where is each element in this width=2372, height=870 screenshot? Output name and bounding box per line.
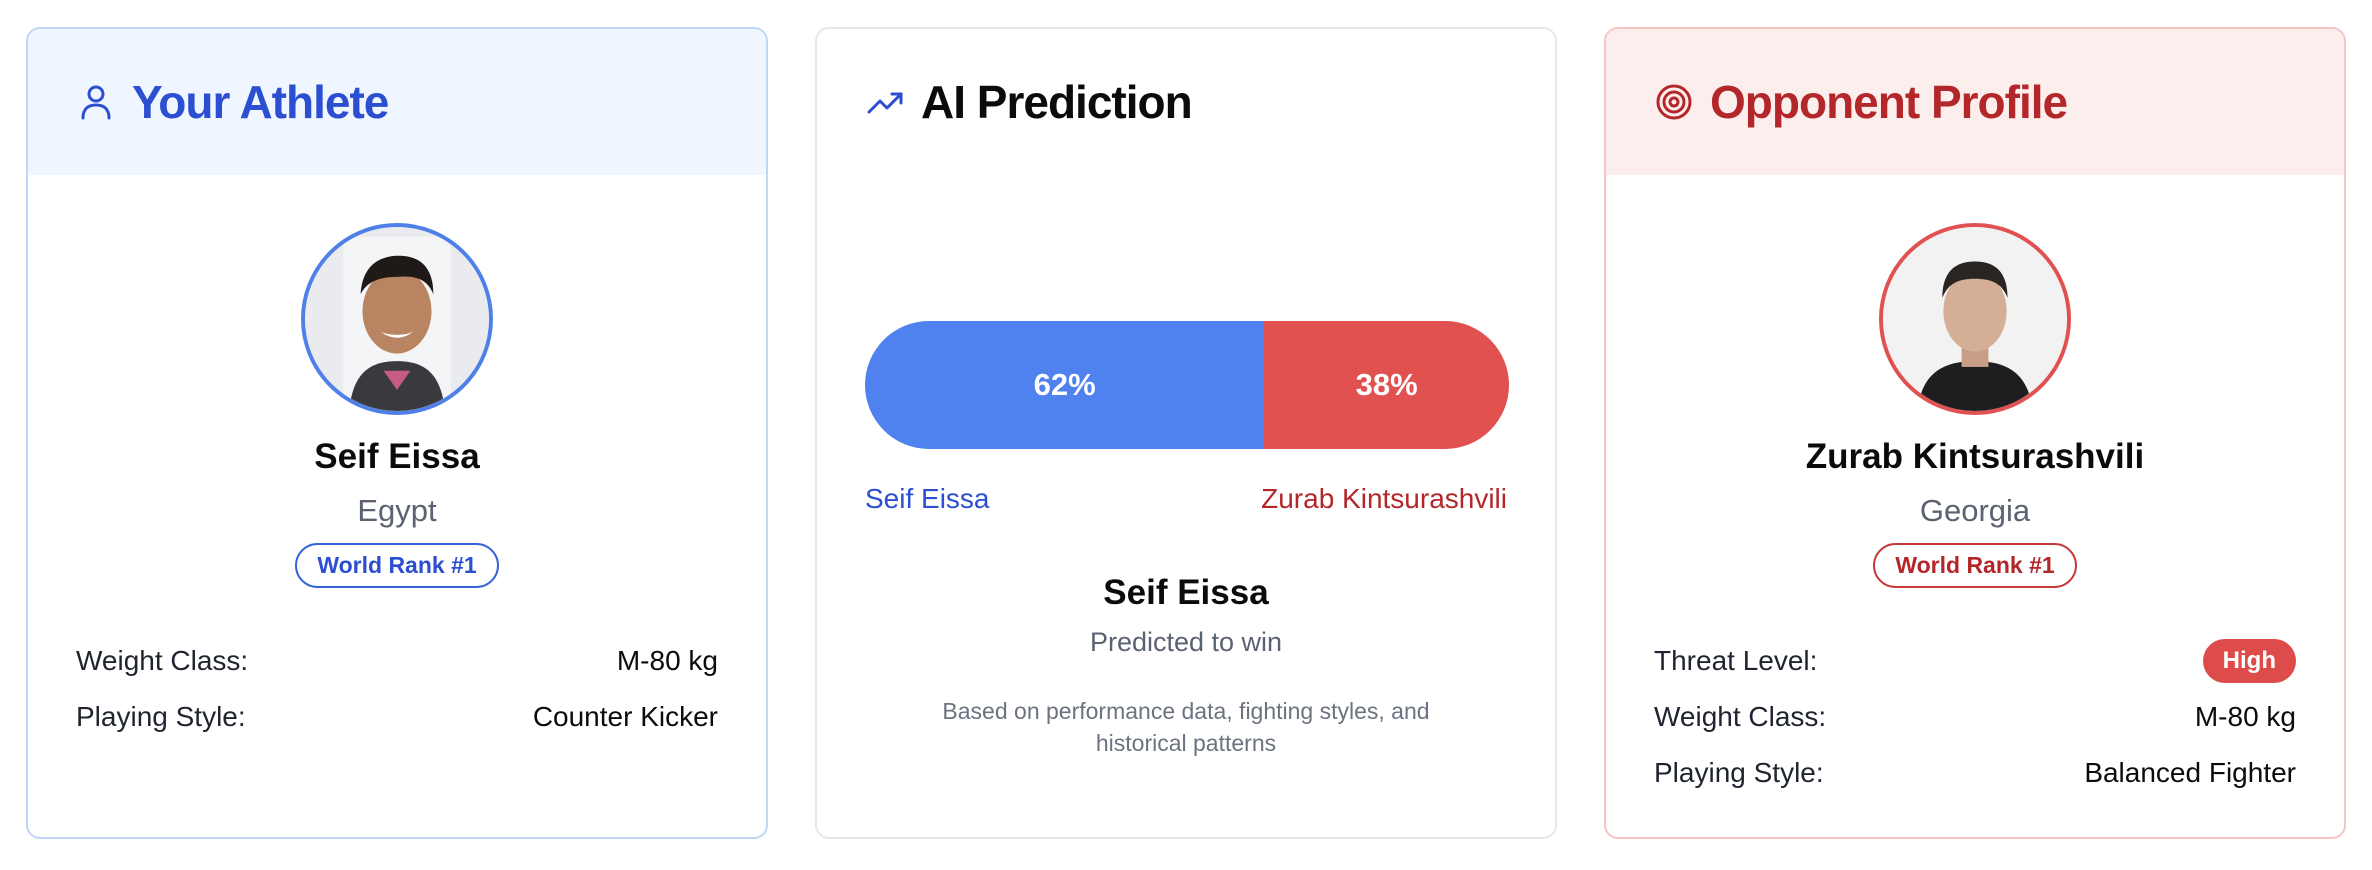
athlete-stats: Weight Class: M-80 kg Playing Style: Cou… — [76, 633, 718, 745]
predicted-winner-subtitle: Predicted to win — [1089, 627, 1283, 657]
stat-label: Playing Style: — [76, 701, 246, 732]
opponent-card-title: Opponent Profile — [1710, 76, 2068, 128]
opponent-card: Opponent Profile Zurab Kintsurashvili Ge… — [1604, 27, 2346, 839]
opponent-stat-playing-style: Playing Style: Balanced Fighter — [1654, 745, 2296, 801]
athlete-card: Your Athlete Seif Eissa Egypt World Rank… — [26, 27, 768, 839]
stat-value: M-80 kg — [2194, 701, 2296, 732]
stat-value: Balanced Fighter — [2084, 757, 2296, 788]
athlete-card-title: Your Athlete — [132, 76, 389, 128]
stat-label: Threat Level: — [1654, 645, 1818, 676]
stat-label: Playing Style: — [1654, 757, 1824, 788]
opponent-avatar — [1879, 223, 2071, 415]
prediction-card-title: AI Prediction — [921, 76, 1193, 128]
predicted-winner: Seif Eissa — [1103, 573, 1269, 612]
athlete-stat-weight-class: Weight Class: M-80 kg — [76, 633, 718, 689]
athlete-name: Seif Eissa — [314, 437, 480, 476]
opponent-rank-badge: World Rank #1 — [1873, 543, 2077, 588]
prediction-basis-note: Based on performance data, fighting styl… — [942, 698, 1430, 756]
win-probability-bar: 62% 38% — [865, 321, 1509, 449]
prediction-card: AI Prediction 62% 38% Seif Eissa Zurab K… — [815, 27, 1557, 839]
athlete-legend-name: Seif Eissa — [865, 483, 990, 514]
opponent-probability-segment: 38% — [1264, 321, 1509, 449]
stat-label: Weight Class: — [1654, 701, 1827, 732]
probability-legend: Seif Eissa Zurab Kintsurashvili — [865, 483, 1507, 515]
athlete-rank-badge: World Rank #1 — [295, 543, 499, 588]
athlete-country: Egypt — [357, 493, 437, 528]
threat-level-badge: High — [2202, 639, 2296, 683]
opponent-card-header: Opponent Profile — [1606, 29, 2344, 175]
stat-value: Counter Kicker — [532, 701, 718, 732]
athlete-card-header: Your Athlete — [28, 29, 766, 175]
opponent-stat-weight-class: Weight Class: M-80 kg — [1654, 689, 2296, 745]
opponent-country: Georgia — [1919, 493, 2031, 528]
stat-label: Weight Class: — [76, 645, 249, 676]
athlete-probability-segment: 62% — [865, 321, 1265, 449]
opponent-stat-threat-level: Threat Level: High — [1654, 633, 2296, 689]
user-icon — [76, 82, 116, 122]
athlete-stat-playing-style: Playing Style: Counter Kicker — [76, 689, 718, 745]
opponent-stats: Threat Level: High Weight Class: M-80 kg… — [1654, 633, 2296, 801]
prediction-card-header: AI Prediction — [817, 29, 1555, 175]
athlete-avatar — [301, 223, 493, 415]
opponent-name: Zurab Kintsurashvili — [1805, 437, 2145, 476]
opponent-legend-name: Zurab Kintsurashvili — [1261, 483, 1507, 514]
trending-up-icon — [865, 82, 905, 122]
target-icon — [1654, 82, 1694, 122]
stat-value: M-80 kg — [616, 645, 718, 676]
